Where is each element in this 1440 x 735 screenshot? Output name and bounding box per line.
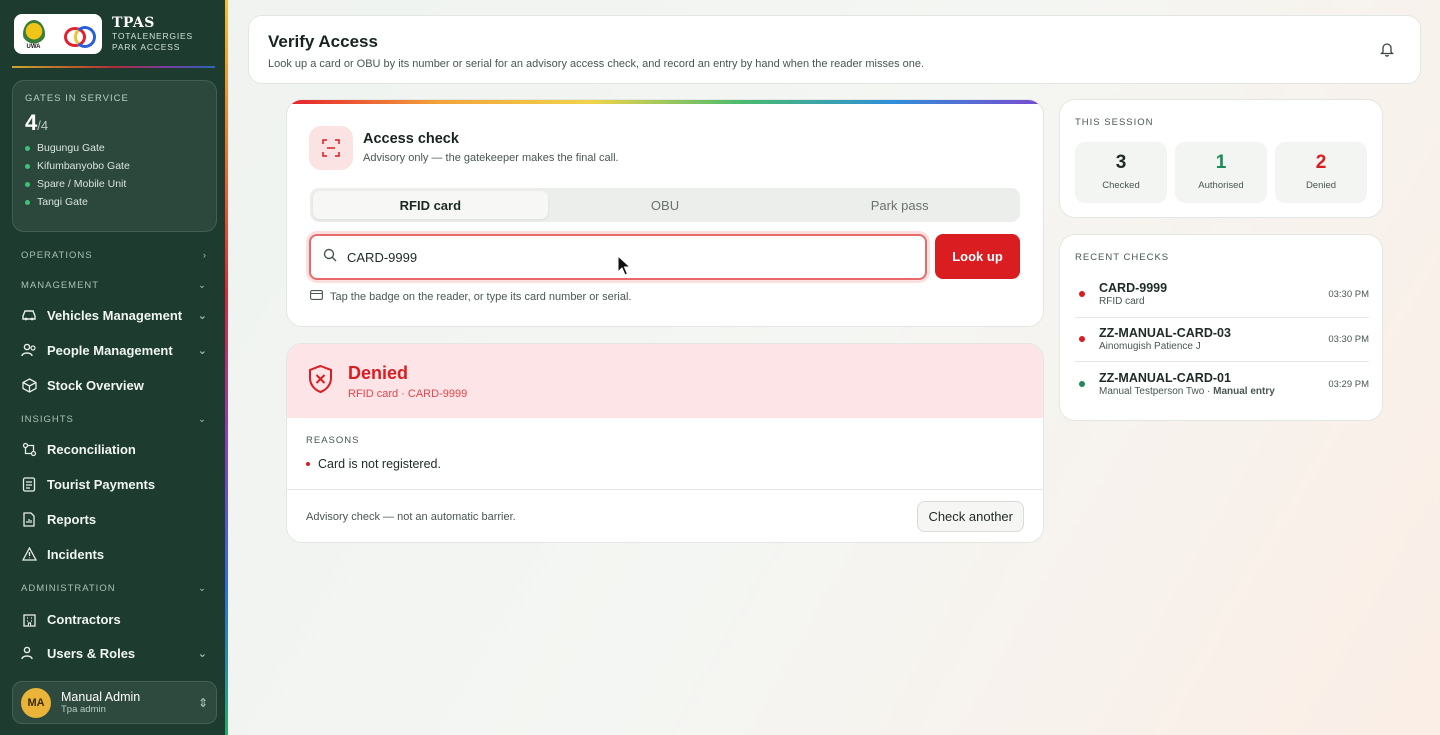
list-item[interactable]: ZZ-MANUAL-CARD-01 Manual Testperson Two … (1075, 362, 1369, 406)
totalenergies-logo-icon (62, 23, 96, 48)
uwa-logo-icon: UWA (22, 20, 45, 50)
card-icon (310, 290, 323, 303)
chevron-down-icon: ⌄ (198, 414, 207, 425)
user-info: Manual Admin Tpa admin (61, 690, 140, 715)
list-item[interactable]: CARD-9999 RFID card 03:30 PM (1075, 272, 1369, 316)
sidebar: UWA TPAS TOTALENERGIES PARK ACCESS GATES… (0, 0, 228, 735)
scan-icon (309, 126, 353, 170)
sidebar-item-users-roles[interactable]: Users & Roles ⌄ (21, 645, 207, 661)
gate-item: Spare / Mobile Unit (25, 178, 204, 190)
people-icon (21, 342, 37, 358)
shield-x-icon (307, 364, 334, 399)
gate-item: Kifumbanyobo Gate (25, 160, 204, 172)
page-title: Verify Access (268, 32, 378, 51)
nav-section-administration[interactable]: ADMINISTRATION ⌄ (21, 583, 207, 594)
nav-section-operations[interactable]: OPERATIONS › (21, 250, 207, 261)
avatar: MA (21, 687, 51, 718)
brand-divider (12, 66, 215, 68)
sidebar-item-reconciliation[interactable]: Reconciliation (21, 441, 207, 457)
search-icon (323, 248, 337, 267)
sidebar-item-reports[interactable]: Reports (21, 511, 207, 527)
status-dot (1079, 291, 1085, 297)
report-icon (21, 511, 37, 527)
user-name: Manual Admin (61, 690, 141, 704)
receipt-icon (21, 476, 37, 492)
result-status: Denied (348, 363, 409, 383)
page-header: Verify Access Look up a card or OBU by i… (248, 15, 1421, 84)
access-card-accent (287, 100, 1043, 104)
chevron-down-icon: ⌄ (198, 280, 207, 291)
gates-title: GATES IN SERVICE (25, 93, 129, 104)
chevron-down-icon: ⌄ (198, 583, 207, 594)
gates-in-service-card: GATES IN SERVICE 4/4 Bugungu Gate Kifumb… (12, 80, 217, 232)
stat-authorised: 1 Authorised (1175, 142, 1267, 203)
car-icon (21, 307, 37, 323)
session-label: THIS SESSION (1075, 117, 1154, 128)
chevron-down-icon: ⌄ (197, 344, 207, 357)
box-icon (21, 377, 37, 393)
reconcile-icon (21, 441, 37, 457)
brand[interactable]: UWA TPAS TOTALENERGIES PARK ACCESS (14, 14, 193, 54)
nav-section-management[interactable]: MANAGEMENT ⌄ (21, 280, 207, 291)
access-check-card: Access check Advisory only — the gatekee… (286, 99, 1044, 327)
building-icon (21, 611, 37, 627)
recent-checks-card: RECENT CHECKS CARD-9999 RFID card 03:30 … (1059, 234, 1383, 421)
status-dot (1079, 381, 1085, 387)
stat-denied: 2 Denied (1275, 142, 1367, 203)
user-role: Tpa admin (61, 704, 106, 715)
reader-hint: Tap the badge on the reader, or type its… (310, 290, 631, 303)
divider (287, 489, 1043, 490)
result-card: Denied RFID card · CARD-9999 REASONS Car… (286, 343, 1044, 543)
mouse-cursor-icon (617, 254, 633, 282)
result-detail: RFID card · CARD-9999 (348, 388, 468, 400)
gate-status-dot (25, 199, 30, 205)
sidebar-item-tourist-payments[interactable]: Tourist Payments (21, 476, 207, 492)
bullet-dot (306, 462, 310, 466)
look-up-button[interactable]: Look up (935, 234, 1020, 279)
list-item[interactable]: ZZ-MANUAL-CARD-03 Ainomugish Patience J … (1075, 317, 1369, 361)
recent-label: RECENT CHECKS (1075, 252, 1170, 263)
brand-line-1: TOTALENERGIES (112, 31, 193, 41)
bell-icon[interactable] (1379, 41, 1395, 62)
gates-count: 4/4 (25, 110, 49, 135)
reason-item: Card is not registered. (306, 457, 441, 471)
access-check-subtitle: Advisory only — the gatekeeper makes the… (363, 152, 619, 164)
stat-checked: 3 Checked (1075, 142, 1167, 203)
gate-status-dot (25, 145, 30, 151)
user-menu[interactable]: MA Manual Admin Tpa admin ⇕ (12, 681, 217, 724)
advisory-note: Advisory check — not an automatic barrie… (306, 511, 516, 523)
chevron-up-down-icon: ⇕ (197, 695, 208, 710)
reasons-label: REASONS (306, 435, 360, 446)
sidebar-item-people[interactable]: People Management ⌄ (21, 342, 207, 358)
nav-section-insights[interactable]: INSIGHTS ⌄ (21, 414, 207, 425)
page-subtitle: Look up a card or OBU by its number or s… (268, 58, 925, 70)
sidebar-item-contractors[interactable]: Contractors (21, 611, 207, 627)
sidebar-item-stock[interactable]: Stock Overview (21, 377, 207, 393)
brand-text: TPAS TOTALENERGIES PARK ACCESS (112, 15, 193, 53)
result-header: Denied RFID card · CARD-9999 (287, 344, 1043, 418)
chevron-right-icon: › (202, 250, 207, 261)
status-dot (1079, 336, 1085, 342)
chevron-down-icon: ⌄ (197, 309, 207, 322)
gate-item: Bugungu Gate (25, 142, 204, 154)
brand-logos: UWA (14, 14, 102, 54)
brand-line-2: PARK ACCESS (112, 42, 181, 52)
brand-name: TPAS (112, 15, 155, 31)
session-card: THIS SESSION 3 Checked 1 Authorised 2 De… (1059, 99, 1383, 218)
credential-type-tabs: RFID card OBU Park pass (310, 188, 1020, 222)
tab-obu[interactable]: OBU (548, 191, 783, 219)
gate-item: Tangi Gate (25, 196, 204, 208)
users-icon (21, 645, 37, 661)
warning-icon (21, 546, 37, 562)
gate-status-dot (25, 163, 30, 169)
gate-status-dot (25, 181, 30, 187)
sidebar-item-incidents[interactable]: Incidents (21, 546, 207, 562)
check-another-button[interactable]: Check another (917, 501, 1024, 532)
access-check-title: Access check (363, 131, 459, 147)
tab-rfid-card[interactable]: RFID card (313, 191, 548, 219)
tab-park-pass[interactable]: Park pass (782, 191, 1017, 219)
sidebar-item-vehicles[interactable]: Vehicles Management ⌄ (21, 307, 207, 323)
chevron-down-icon: ⌄ (197, 647, 207, 660)
